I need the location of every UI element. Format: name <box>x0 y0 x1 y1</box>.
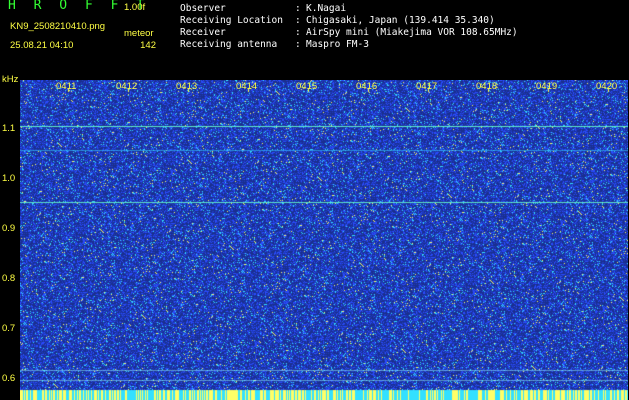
x-tick-label: 0412 <box>116 81 138 92</box>
y-tick-label: 0.8 <box>2 273 16 284</box>
observer-value: K.Nagai <box>306 3 347 14</box>
antenna-separator: : <box>295 39 301 50</box>
location-value: Chigasaki, Japan (139.414 35.340) <box>306 15 495 26</box>
date-time: 25.08.21 04:10 <box>10 40 74 51</box>
receiver-separator: : <box>295 27 301 38</box>
meteor-label: meteor <box>124 28 154 39</box>
receiver-value: AirSpy mini (Miakejima VOR 108.65MHz) <box>306 27 518 38</box>
y-unit-label: kHz <box>2 74 19 85</box>
y-tick-label: 1.0 <box>2 173 16 184</box>
file-name: KN9_2508210410.png <box>10 21 106 32</box>
x-tick-label: 0413 <box>176 81 198 92</box>
y-tick-label: 0.9 <box>2 223 16 234</box>
observer-key: Observer <box>180 3 226 14</box>
x-tick-label: 0416 <box>356 81 378 92</box>
y-tick-label: 0.7 <box>2 323 16 334</box>
x-tick-label: 0414 <box>236 81 258 92</box>
x-tick-label: 0418 <box>476 81 498 92</box>
x-tick-label: 0419 <box>536 81 558 92</box>
antenna-value: Maspro FM-3 <box>306 39 369 50</box>
antenna-key: Receiving antenna <box>180 39 278 50</box>
observer-separator: : <box>295 3 301 14</box>
location-separator: : <box>295 15 301 26</box>
y-tick-label: 1.1 <box>2 123 16 134</box>
spectrogram-plot <box>20 80 628 400</box>
x-tick-label: 0415 <box>296 81 318 92</box>
y-tick-label: 0.6 <box>2 373 16 384</box>
x-tick-label: 0411 <box>56 81 77 92</box>
meteor-count: 142 <box>140 40 156 51</box>
receiver-key: Receiver <box>180 27 226 38</box>
x-tick-label: 0420 <box>596 81 618 92</box>
x-tick-label: 0417 <box>416 81 438 92</box>
location-key: Receiving Location <box>180 15 283 26</box>
version-label: 1.00f <box>124 2 146 13</box>
